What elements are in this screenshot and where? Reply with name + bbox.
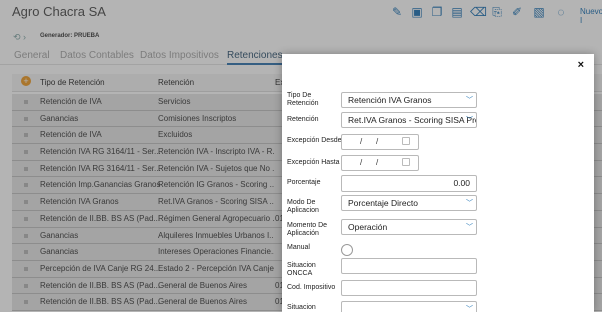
date-separator: / — [360, 137, 363, 146]
label-tipo-retencion: Tipo De Retención — [287, 92, 319, 107]
label-retencion: Retención — [287, 116, 319, 123]
chevron-down-icon: ﹀ — [466, 117, 473, 124]
momento-aplicacion-value: Operación — [348, 222, 388, 232]
date-separator: / — [360, 158, 363, 167]
calendar-icon[interactable] — [402, 158, 410, 166]
retencion-modal: × Tipo De Retención Retención IVA Granos… — [282, 54, 594, 312]
situacion-select[interactable]: ﹀ — [341, 301, 477, 312]
tipo-retencion-select[interactable]: Retención IVA Granos ﹀ — [341, 92, 477, 108]
label-manual: Manual — [287, 244, 310, 251]
retencion-select[interactable]: Ret.IVA Granos - Scoring SISA Proc ﹀ — [341, 112, 477, 128]
modo-aplicacion-select[interactable]: Porcentaje Directo ﹀ — [341, 195, 477, 211]
label-situacion-oncca: Situacion ONCCA — [287, 262, 316, 277]
chevron-down-icon: ﹀ — [466, 224, 473, 231]
label-excepcion-desde: Excepción Desde — [287, 137, 342, 144]
date-separator: / — [376, 137, 379, 146]
chevron-down-icon: ﹀ — [466, 306, 473, 312]
situacion-oncca-input[interactable] — [341, 258, 477, 274]
modo-aplicacion-value: Porcentaje Directo — [348, 198, 418, 208]
momento-aplicacion-select[interactable]: Operación ﹀ — [341, 219, 477, 235]
cod-impositivo-input[interactable] — [341, 280, 477, 296]
close-icon[interactable]: × — [578, 59, 584, 71]
tipo-retencion-value: Retención IVA Granos — [348, 95, 432, 105]
label-modo-aplicacion: Modo De Aplicacion — [287, 199, 319, 214]
label-situacion: Situacion — [287, 304, 316, 311]
retencion-value: Ret.IVA Granos - Scoring SISA Proc — [348, 115, 477, 125]
date-separator: / — [376, 158, 379, 167]
excepcion-hasta-input[interactable]: / / — [341, 155, 419, 171]
chevron-down-icon: ﹀ — [466, 97, 473, 104]
porcentaje-input[interactable]: 0.00 — [341, 175, 477, 192]
label-porcentaje: Porcentaje — [287, 179, 321, 186]
chevron-down-icon: ﹀ — [466, 200, 473, 207]
excepcion-desde-input[interactable]: / / — [341, 134, 419, 150]
label-cod-impositivo: Cod. Impositivo — [287, 284, 336, 291]
label-momento-aplicacion: Momento De Aplicación — [287, 222, 328, 237]
manual-radio[interactable] — [341, 244, 353, 256]
label-excepcion-hasta: Excepción Hasta — [287, 159, 340, 166]
calendar-icon[interactable] — [402, 137, 410, 145]
